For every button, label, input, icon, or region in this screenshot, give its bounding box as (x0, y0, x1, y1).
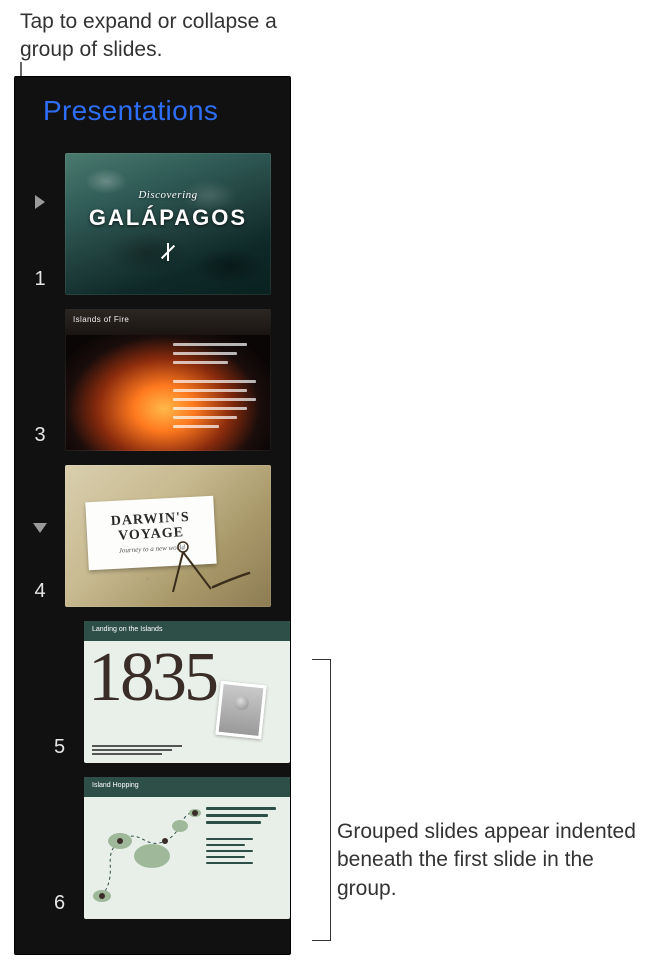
slide-heading: Islands of Fire (73, 315, 129, 324)
callout-expand-collapse: Tap to expand or collapse a group of sli… (20, 8, 320, 65)
slide-body-placeholder (173, 343, 265, 428)
slide-number: 5 (54, 736, 65, 759)
grouped-slides-bracket (312, 659, 331, 941)
slide-row[interactable]: 4 DARWIN'SVOYAGE Journey to a new world (21, 465, 290, 607)
slide-gutter: 5 (41, 621, 78, 763)
disclosure-triangle-icon[interactable] (33, 523, 47, 533)
slide-row[interactable]: 3 Islands of Fire (21, 309, 290, 451)
slide-thumbnail[interactable]: Discovering GALÁPAGOS (65, 153, 271, 295)
portrait-photo (215, 681, 266, 740)
callout-grouped-slides: Grouped slides appear indented beneath t… (337, 818, 647, 903)
slide-number: 6 (54, 892, 65, 915)
slide-navigator-panel: Presentations 1 Discovering GALÁPAGOS 3 … (14, 76, 291, 955)
island-map-icon (90, 801, 205, 911)
slide-gutter: 1 (21, 153, 59, 295)
slide-thumbnail[interactable]: Islands of Fire (65, 309, 271, 451)
slide-list: 1 Discovering GALÁPAGOS 3 Islands of Fir… (15, 135, 290, 919)
slide-number: 1 (34, 268, 45, 291)
slide-gutter: 4 (21, 465, 59, 607)
slide-body-placeholder (206, 807, 284, 864)
slide-row[interactable]: 1 Discovering GALÁPAGOS (21, 153, 290, 295)
divider-compass-icon (165, 537, 255, 597)
slide-number: 3 (34, 424, 45, 447)
slide-gutter: 6 (41, 777, 78, 919)
slide-row[interactable]: 5 Landing on the Islands 1835 (41, 621, 290, 763)
compass-icon (159, 243, 177, 261)
slide-overline: Discovering (65, 189, 271, 201)
slide-title: GALÁPAGOS (65, 205, 271, 231)
slide-number: 4 (34, 580, 45, 603)
slide-caption-placeholder (92, 745, 182, 755)
presentations-back-link[interactable]: Presentations (15, 77, 290, 135)
slide-gutter: 3 (21, 309, 59, 451)
slide-row[interactable]: 6 Island Hopping (41, 777, 290, 919)
slide-thumbnail[interactable]: Island Hopping (84, 777, 290, 919)
disclosure-triangle-icon[interactable] (35, 195, 45, 209)
slide-thumbnail[interactable]: DARWIN'SVOYAGE Journey to a new world (65, 465, 271, 607)
slide-year: 1835 (88, 643, 216, 713)
slide-thumbnail[interactable]: Landing on the Islands 1835 (84, 621, 290, 763)
slide-heading: Island Hopping (92, 782, 139, 789)
slide-heading: Landing on the Islands (92, 626, 162, 633)
